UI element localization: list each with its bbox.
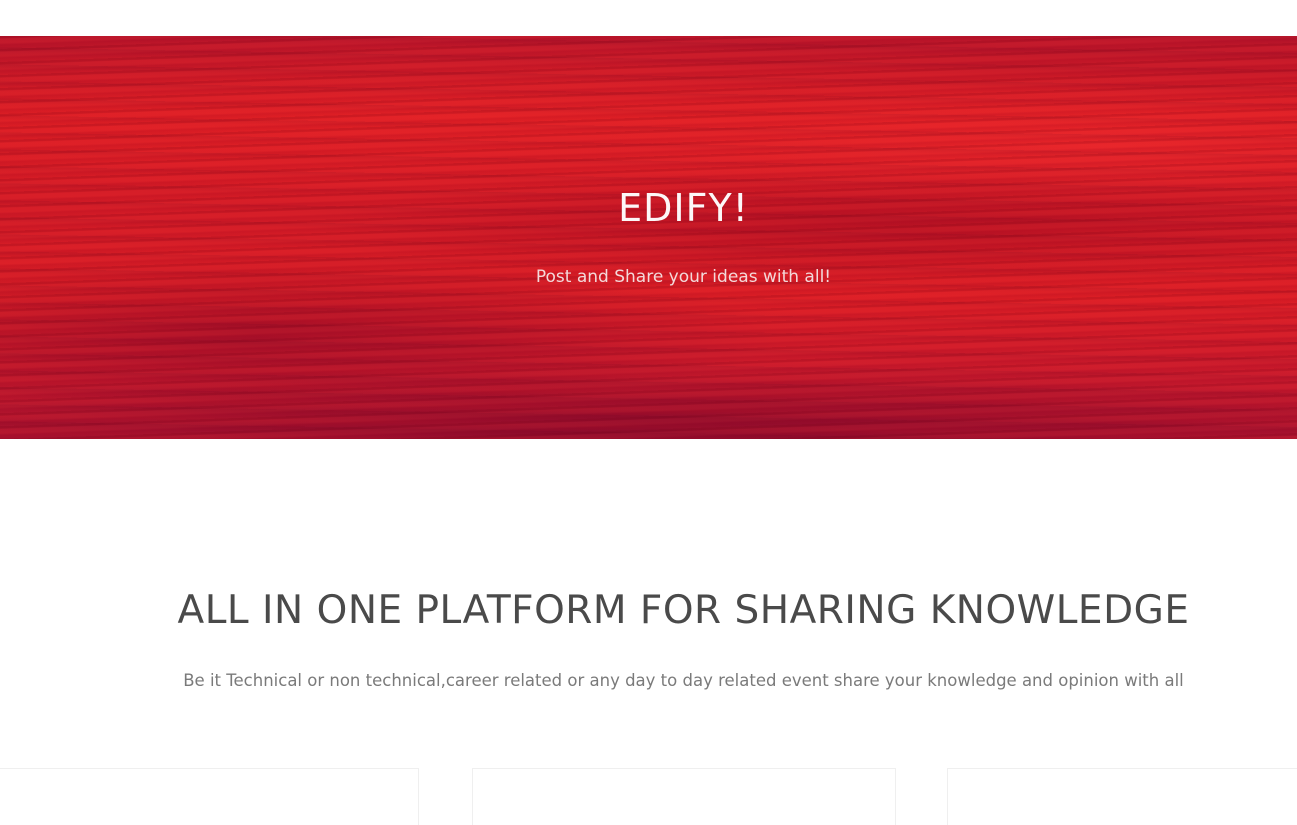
- feature-card-2: [472, 768, 896, 825]
- section-title: ALL IN ONE PLATFORM FOR SHARING KNOWLEDG…: [177, 588, 1190, 633]
- hero-subtitle: Post and Share your ideas with all!: [535, 267, 832, 287]
- page: EDIFY! Post and Share your ideas with al…: [0, 0, 1297, 825]
- hero-banner: EDIFY! Post and Share your ideas with al…: [0, 36, 1297, 439]
- top-navbar: [0, 0, 1297, 36]
- feature-card-3: [947, 768, 1297, 825]
- hero-title: EDIFY!: [618, 186, 749, 230]
- feature-card-1: [0, 768, 419, 825]
- section-description: Be it Technical or non technical,career …: [183, 671, 1184, 690]
